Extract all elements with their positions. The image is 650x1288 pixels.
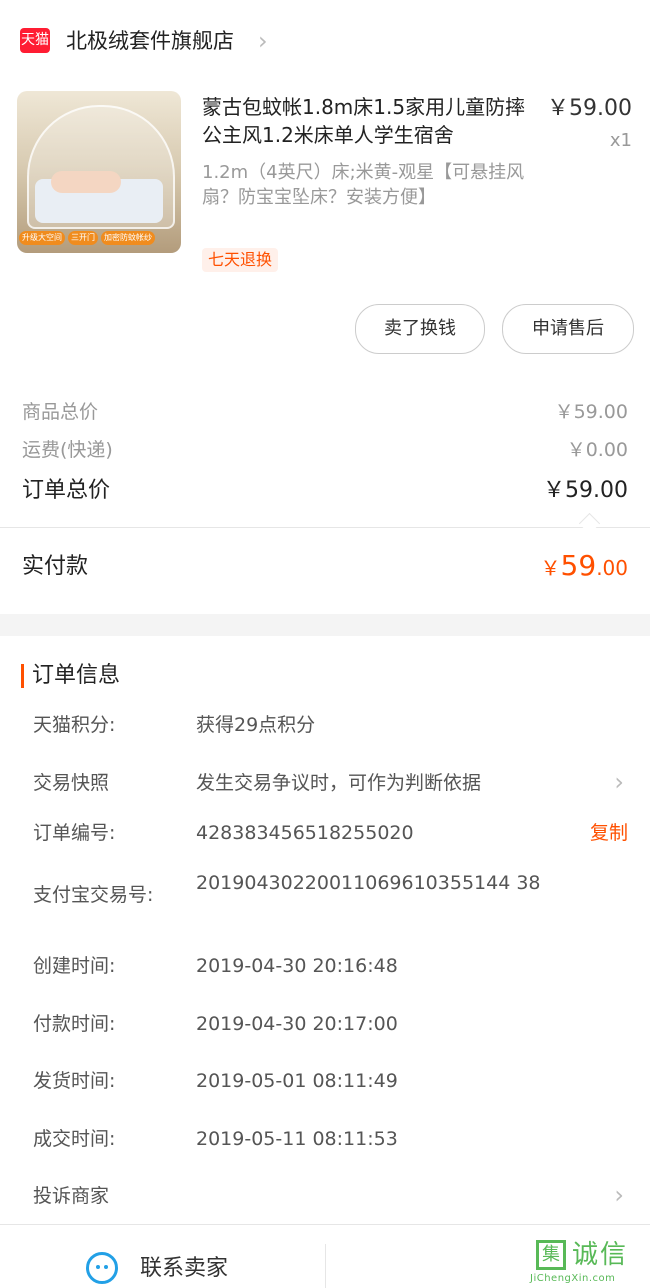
order-total-value: ￥59.00 [543,478,628,503]
thumb-tag: 升级大空间 [19,231,65,245]
payment-time-label: 付款时间: [33,1013,116,1035]
order-number-label: 订单编号: [33,822,116,844]
copy-button[interactable]: 复制 [590,819,628,847]
tmall-logo-icon: 天猫 [20,28,50,53]
watermark-logo: 集 诚信 JiChengXin.com [530,1238,650,1288]
paid-integer: 59 [560,549,597,582]
thumb-tag: 加密防蚊帐纱 [101,231,155,245]
sell-for-cash-button[interactable]: 卖了换钱 [355,304,485,354]
product-thumbnail[interactable]: 升级大空间 三开门 加密防蚊帐纱 [17,91,181,253]
apply-aftersale-button[interactable]: 申请售后 [502,304,634,354]
order-info-title: 订单信息 [32,663,121,688]
complain-chevron-right-icon[interactable]: › [614,1181,624,1209]
store-name[interactable]: 北极绒套件旗舰店 [66,25,234,57]
store-chevron-right-icon[interactable]: › [258,26,268,56]
caret-up-icon [578,512,601,535]
thumb-tag: 三开门 [68,231,98,245]
divider [0,527,650,528]
goods-total-row: 商品总价 ￥59.00 [22,398,628,426]
shipping-value: ￥0.00 [566,439,628,461]
order-total-label: 订单总价 [22,478,111,503]
currency-symbol: ￥ [540,556,561,580]
shipping-label: 运费(快递) [22,439,113,461]
contact-seller-icon[interactable] [86,1252,118,1284]
contact-seller-button[interactable]: 联系卖家 [140,1252,228,1286]
shipped-time-value: 2019-05-01 08:11:49 [196,1070,398,1092]
completed-time-value: 2019-05-11 08:11:53 [196,1128,398,1150]
return-policy-badge: 七天退换 [202,248,279,272]
points-value: 获得29点积分 [196,714,316,736]
paid-amount: ￥59.00 [541,548,628,588]
shipped-time-label: 发货时间: [33,1070,116,1092]
paid-decimal: .00 [596,556,628,580]
goods-total-value: ￥59.00 [554,401,628,423]
order-total-row: 订单总价 ￥59.00 [22,475,628,507]
complain-seller-link[interactable]: 投诉商家 [33,1182,109,1210]
shipping-row: 运费(快递) ￥0.00 [22,436,628,464]
created-time-label: 创建时间: [33,955,116,977]
watermark-box: 集 [536,1240,566,1270]
watermark-cn: 诚信 [572,1240,629,1270]
product-title[interactable]: 蒙古包蚊帐1.8m床1.5家用儿童防摔公主风1.2米床单人学生宿舍 [202,93,528,149]
completed-time-label: 成交时间: [33,1128,116,1150]
snapshot-chevron-right-icon[interactable]: › [614,768,624,796]
product-quantity: x1 [609,130,632,151]
footer-vertical-divider [325,1244,326,1288]
goods-total-label: 商品总价 [22,401,99,423]
order-number-value: 428383456518255020 [196,822,414,844]
product-spec: 1.2m（4英尺）床;米黄-观星【可悬挂风扇？防宝宝坠床？安装方便】 [202,162,525,208]
watermark-en: JiChengXin.com [530,1273,616,1284]
alipay-trade-label: 支付宝交易号: [33,884,154,906]
footer-divider [0,1224,650,1225]
points-label: 天猫积分: [33,714,116,736]
snapshot-value[interactable]: 发生交易争议时，可作为判断依据 [196,769,541,797]
snapshot-label[interactable]: 交易快照 [33,769,109,797]
alipay-trade-value: 20190430220011069610355144 38 [196,872,541,894]
payment-time-value: 2019-04-30 20:17:00 [196,1013,398,1035]
paid-label: 实付款 [22,554,89,579]
product-price: ￥59.00 [547,96,632,121]
section-accent-bar [21,664,24,688]
section-gap [0,614,650,636]
created-time-value: 2019-04-30 20:16:48 [196,955,398,977]
